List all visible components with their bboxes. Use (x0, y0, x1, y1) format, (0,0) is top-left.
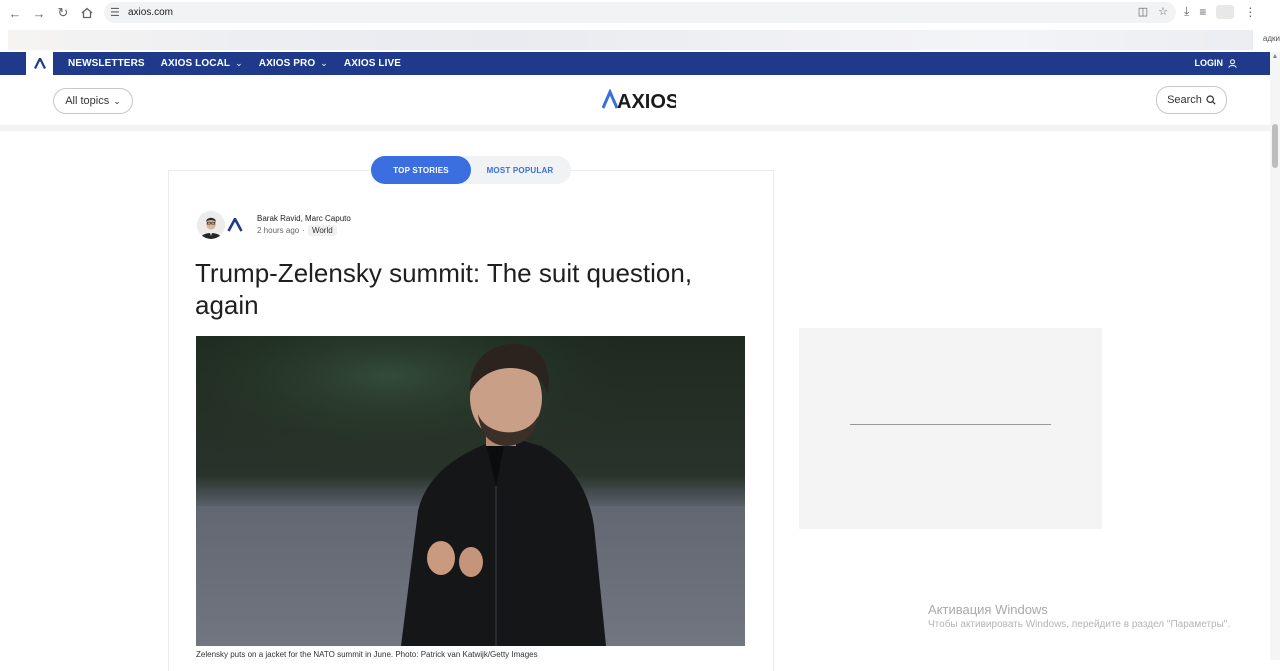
chevron-down-icon: ⌄ (320, 58, 328, 68)
nav-newsletters[interactable]: NEWSLETTERS (68, 58, 145, 69)
photo-caption: Zelensky puts on a jacket for the NATO s… (196, 650, 538, 659)
axios-mark-icon[interactable] (26, 52, 53, 75)
article-time: 2 hours ago (257, 226, 300, 235)
download-icon[interactable]: ⤓ (1184, 4, 1189, 19)
story-tabs: TOP STORIES MOST POPULAR (370, 156, 571, 184)
scrollbar-thumb[interactable] (1272, 124, 1278, 168)
address-bar[interactable]: ☰ axios.com ◫ ☆ (104, 2, 1176, 23)
tab-most-popular[interactable]: MOST POPULAR (471, 156, 569, 184)
url-text: axios.com (128, 7, 174, 18)
site-header: All topics ⌄ AXIOS Search (0, 75, 1270, 125)
search-button[interactable]: Search (1156, 86, 1227, 114)
back-icon[interactable]: ← (3, 1, 27, 25)
ad-placeholder[interactable] (799, 328, 1102, 529)
author-avatar[interactable] (197, 211, 225, 239)
nav-axios-pro[interactable]: AXIOS PRO ⌄ (259, 58, 328, 69)
search-icon (1206, 95, 1216, 105)
forward-icon[interactable]: → (27, 1, 51, 25)
axios-logo[interactable]: AXIOS (601, 88, 679, 116)
nav-axios-local[interactable]: AXIOS LOCAL ⌄ (161, 58, 243, 69)
nav-axios-live[interactable]: AXIOS LIVE (344, 58, 401, 69)
chevron-down-icon: ⌄ (113, 95, 121, 106)
article-authors[interactable]: Barak Ravid, Marc Caputo (257, 214, 351, 223)
meta-separator: · (302, 226, 305, 235)
chevron-down-icon: ⌄ (235, 58, 243, 68)
ad-loading-bar (850, 424, 1051, 425)
axios-logo-text: AXIOS (617, 91, 676, 111)
bookmarks-bar: адки (0, 26, 1280, 52)
bookmark-star-icon[interactable]: ☆ (1158, 5, 1168, 18)
article-meta: 2 hours ago · World (257, 225, 337, 236)
header-divider (0, 125, 1270, 131)
menu-icon[interactable]: ⋮ (1244, 5, 1256, 19)
bookmark-item[interactable]: адки (1263, 34, 1280, 43)
windows-activation-title: Активация Windows (928, 602, 1048, 617)
browser-toolbar: ← → ↻ ☰ axios.com ◫ ☆ ⤓ ≡ ⋮ (0, 0, 1280, 26)
site-info-icon[interactable]: ☰ (110, 6, 124, 19)
login-button[interactable]: LOGIN (1195, 58, 1238, 68)
scroll-up-icon[interactable]: ▲ (1271, 53, 1279, 61)
article-photo[interactable] (196, 336, 745, 646)
axios-mark-icon (227, 216, 243, 237)
all-topics-button[interactable]: All topics ⌄ (53, 88, 133, 114)
topic-tag[interactable]: World (307, 225, 337, 236)
site-top-nav: NEWSLETTERS AXIOS LOCAL ⌄ AXIOS PRO ⌄ AXIO… (0, 52, 1270, 75)
reload-icon[interactable]: ↻ (51, 1, 75, 25)
translate-icon[interactable]: ◫ (1138, 5, 1148, 18)
profile-avatar[interactable] (1216, 4, 1235, 19)
article-headline[interactable]: Trump-Zelensky summit: The suit question… (195, 257, 755, 321)
user-icon (1228, 58, 1237, 68)
windows-activation-subtitle: Чтобы активировать Windows, перейдите в … (928, 619, 1231, 630)
reading-list-icon[interactable]: ≡ (1199, 5, 1206, 19)
tab-top-stories[interactable]: TOP STORIES (371, 156, 471, 184)
home-icon[interactable] (75, 1, 99, 25)
blurred-bookmarks (8, 30, 1253, 50)
